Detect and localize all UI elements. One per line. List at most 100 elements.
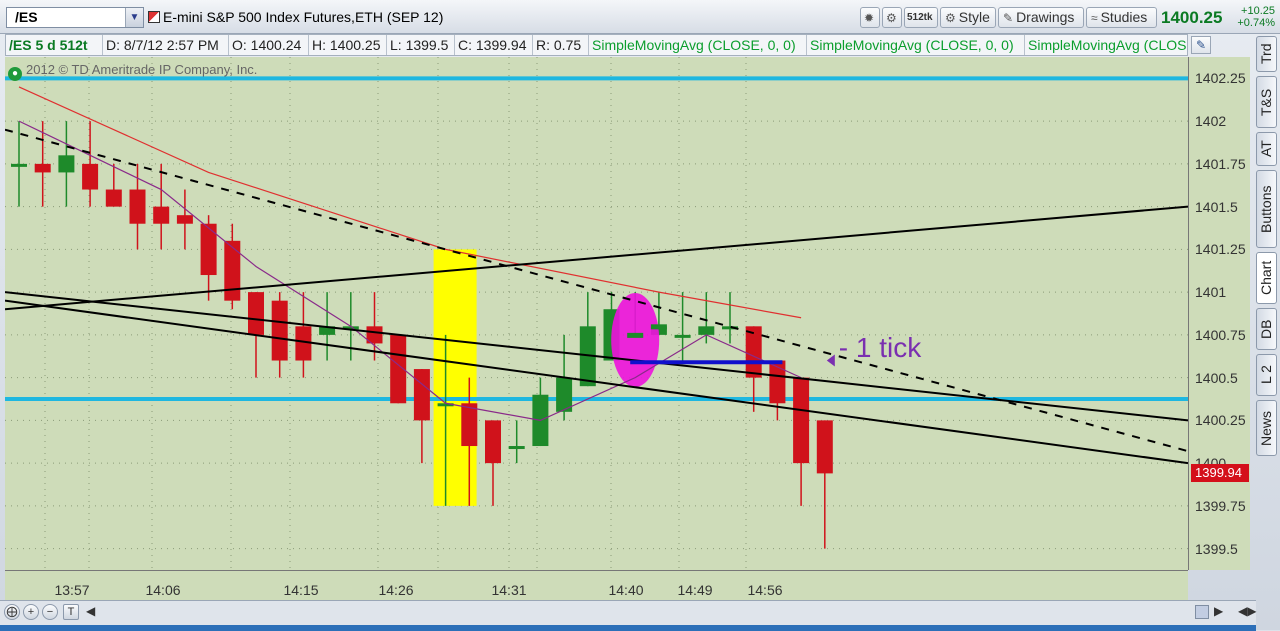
price-axis[interactable]: 1402.25 1402 1401.75 1401.5 1401.25 1401 1400.… — [1188, 57, 1250, 570]
price-tick-label: 1401 — [1195, 284, 1227, 301]
instrument-title: E-mini S&P 500 Index Futures,ETH (SEP 12… — [163, 9, 444, 25]
candle-body — [82, 163, 99, 190]
scroll-left-icon[interactable]: ◀ — [86, 604, 95, 618]
chart-window: /ES ▼ E-mini S&P 500 Index Futures,ETH (… — [0, 0, 1280, 631]
last-price: 1400.25 — [1161, 8, 1223, 27]
scroll-right-icon[interactable]: ▶ — [1214, 604, 1223, 618]
current-price-flag: 1399.94 — [1191, 464, 1249, 483]
aggregation-badge[interactable]: 512tk — [904, 7, 938, 28]
symbol-dropdown-icon[interactable]: ▼ — [125, 8, 143, 27]
candle-body — [224, 240, 241, 301]
lower-trendline-2 — [5, 291, 1188, 422]
copyright-notice: ● 2012 © TD Ameritrade IP Company, Inc. — [8, 62, 257, 81]
scrollbar-thumb[interactable] — [1195, 605, 1209, 619]
time-tick-label: 14:06 — [145, 582, 181, 598]
candle-body — [129, 189, 146, 224]
gear-icon: ⚙ — [945, 11, 956, 25]
time-axis[interactable]: 13:57 14:06 14:15 14:26 14:31 14:40 14:49 14:56 — [5, 570, 1188, 600]
side-tab-news[interactable]: News — [1256, 400, 1277, 456]
candle-body — [508, 446, 525, 450]
price-tick-label: 1402.25 — [1195, 70, 1246, 87]
side-tab-ts[interactable]: T&S — [1256, 76, 1277, 128]
price-tick-label: 1402 — [1195, 113, 1227, 130]
side-tab-at[interactable]: AT — [1256, 132, 1277, 166]
text-tool-button[interactable]: T — [63, 604, 79, 620]
zoom-out-button[interactable]: − — [42, 604, 58, 620]
time-tick-label: 14:56 — [747, 582, 783, 598]
price-tick-label: 1400.25 — [1195, 412, 1246, 429]
instrument-icon — [148, 11, 160, 23]
candle-body — [413, 369, 430, 421]
candle-body — [271, 300, 288, 361]
zoom-in-button[interactable]: + — [23, 604, 39, 620]
highlight-ellipse — [611, 293, 660, 388]
candle-body — [176, 215, 193, 224]
studies-button[interactable]: ≈ Studies — [1086, 7, 1157, 28]
price-tick-label: 1401.5 — [1195, 198, 1238, 215]
side-tab-chart[interactable]: Chart — [1256, 252, 1277, 304]
bar-high: H: 1400.25 — [309, 35, 387, 55]
study-sma-2[interactable]: SimpleMovingAvg (CLOSE, 0, 0) — [807, 35, 1025, 55]
time-tick-label: 14:49 — [677, 582, 713, 598]
chart-canvas: - 1 tick — [5, 57, 1188, 570]
candle-body — [461, 403, 478, 447]
price-tick-label: 1399.5 — [1195, 540, 1238, 557]
chart-header: /ES 5 d 512t D: 8/7/12 2:57 PM O: 1400.2… — [5, 34, 1188, 56]
bar-range: R: 0.75 — [533, 35, 589, 55]
side-tab-db[interactable]: DB — [1256, 308, 1277, 350]
zoom-fit-button[interactable]: ⨁ — [4, 604, 20, 620]
bar-low: L: 1399.5 — [387, 35, 455, 55]
side-tab-trd[interactable]: Trd — [1256, 36, 1277, 72]
study-sma-3[interactable]: SimpleMovingAvg (CLOSE, 0, 0) — [1025, 35, 1187, 55]
candle-body — [816, 420, 833, 474]
symbol-period[interactable]: /ES 5 d 512t — [6, 35, 103, 55]
drawings-button[interactable]: ✎ Drawings — [998, 7, 1084, 28]
top-toolbar: /ES ▼ E-mini S&P 500 Index Futures,ETH (… — [0, 0, 1280, 34]
side-tab-l2[interactable]: L 2 — [1256, 354, 1277, 396]
candle-body — [793, 377, 810, 464]
link-tool-button[interactable]: ⚙ — [882, 7, 902, 28]
copyright-text: 2012 © TD Ameritrade IP Company, Inc. — [26, 62, 258, 77]
symbol-input[interactable]: /ES ▼ — [6, 7, 144, 28]
candle-body — [105, 189, 122, 207]
drawings-label: Drawings — [1016, 9, 1075, 25]
highlight-region — [433, 249, 477, 506]
crosshair-tool-button[interactable]: ✹ — [860, 7, 880, 28]
candle-body — [58, 155, 75, 173]
bar-close: C: 1399.94 — [455, 35, 533, 55]
scroll-start-icon[interactable]: ◀▶ — [1238, 604, 1256, 618]
style-button[interactable]: ⚙ Style — [940, 7, 996, 28]
sma-purple-line — [18, 120, 802, 421]
bar-date: D: 8/7/12 2:57 PM — [103, 35, 229, 55]
price-tick-label: 1401.25 — [1195, 241, 1246, 258]
candle-body — [11, 163, 27, 167]
time-tick-label: 14:15 — [283, 582, 319, 598]
study-sma-1[interactable]: SimpleMovingAvg (CLOSE, 0, 0) — [589, 35, 807, 55]
price-tick-label: 1400.5 — [1195, 369, 1238, 386]
side-tab-buttons[interactable]: Buttons — [1256, 170, 1277, 248]
crosshair-icon: ✹ — [864, 11, 875, 25]
studies-label: Studies — [1100, 9, 1148, 25]
studies-icon: ≈ — [1091, 11, 1098, 25]
net-change: +10.25 +0.74% — [1233, 5, 1275, 29]
price-tick-label: 1400.75 — [1195, 326, 1246, 343]
net-change-value: +10.25 — [1241, 5, 1275, 17]
candle-body — [698, 326, 715, 335]
price-chart[interactable]: - 1 tick — [5, 57, 1188, 570]
candle-body-overlay — [627, 332, 644, 338]
candle-body-overlay — [650, 324, 667, 330]
time-tick-label: 14:40 — [608, 582, 644, 598]
time-tick-label: 14:31 — [491, 582, 527, 598]
time-tick-label: 14:26 — [378, 582, 414, 598]
horizontal-scrollbar[interactable] — [98, 607, 1193, 619]
info-icon: ● — [8, 67, 22, 81]
chart-settings-icon[interactable]: ✎ — [1191, 36, 1211, 54]
candle-body — [34, 163, 51, 173]
bar-open: O: 1400.24 — [229, 35, 309, 55]
time-tick-label: 13:57 — [54, 582, 90, 598]
candle-body — [745, 326, 762, 378]
candle-body — [248, 292, 264, 335]
annotation-arrow — [826, 354, 835, 367]
side-tabs: Trd T&S AT Buttons Chart DB L 2 News — [1256, 36, 1278, 630]
style-label: Style — [958, 9, 990, 25]
